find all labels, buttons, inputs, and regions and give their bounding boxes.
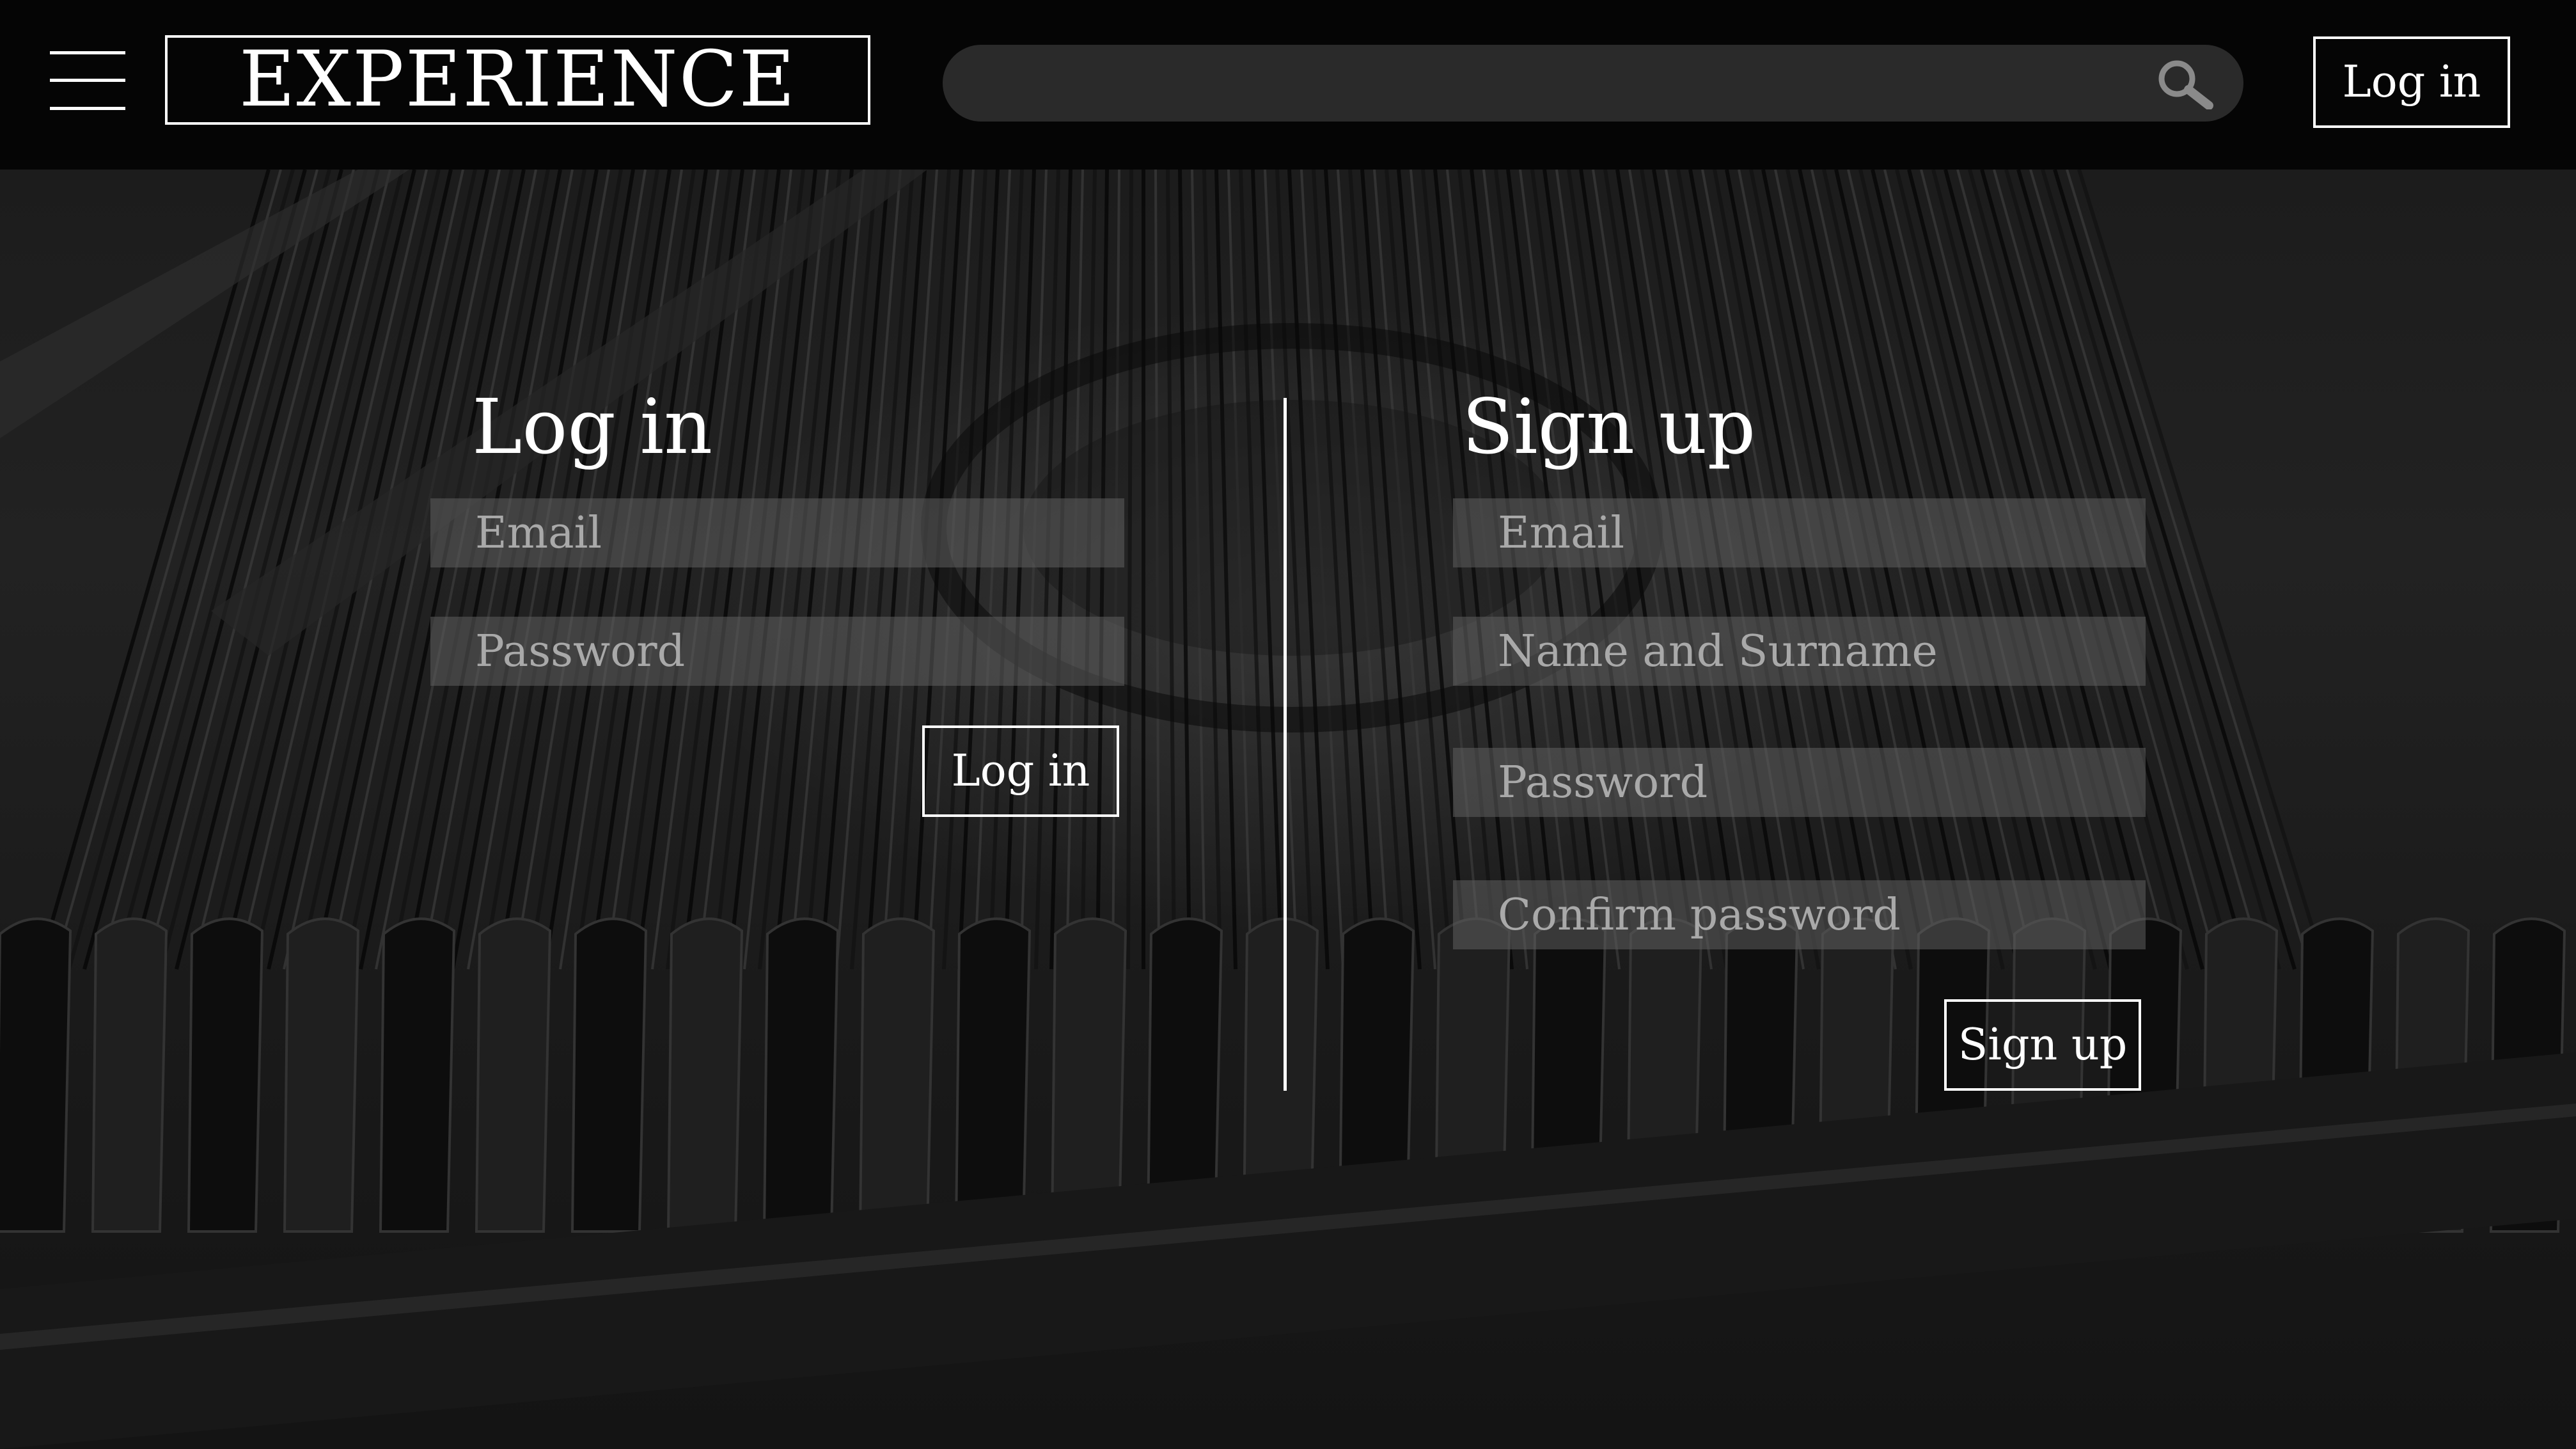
login-title: Log in	[472, 383, 713, 471]
form-divider	[1284, 398, 1287, 1091]
site-logo[interactable]: EXPERIENCE	[165, 35, 870, 125]
signup-title: Sign up	[1462, 383, 1756, 471]
header-login-button[interactable]: Log in	[2313, 36, 2510, 128]
signup-password-field[interactable]	[1453, 748, 2146, 817]
top-navigation-bar: EXPERIENCE Log in	[0, 0, 2576, 170]
search-input[interactable]	[943, 45, 2243, 122]
background-piano-image	[0, 170, 2576, 1449]
signup-name-field[interactable]	[1453, 617, 2146, 686]
signup-email-field[interactable]	[1453, 498, 2146, 567]
login-password-field[interactable]	[430, 617, 1124, 686]
login-email-field[interactable]	[430, 498, 1124, 567]
hamburger-menu-icon[interactable]	[50, 51, 125, 110]
search-icon[interactable]	[2156, 59, 2214, 110]
signup-confirm-password-field[interactable]	[1453, 880, 2146, 949]
signup-submit-button[interactable]: Sign up	[1944, 999, 2141, 1091]
login-submit-button[interactable]: Log in	[922, 725, 1119, 817]
